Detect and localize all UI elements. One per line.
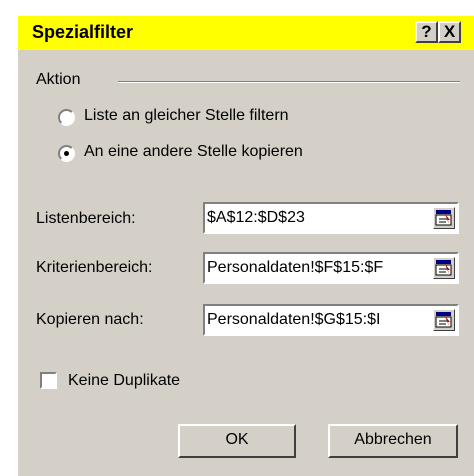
radio-filter-in-place[interactable] <box>58 109 75 126</box>
copy-to-label: Kopieren nach: <box>36 311 144 328</box>
list-range-label: Listenbereich: <box>36 210 136 227</box>
cancel-button[interactable]: Abbrechen <box>328 424 458 458</box>
radio-filter-in-place-label[interactable]: Liste an gleicher Stelle filtern <box>84 107 289 125</box>
action-group-label: Aktion <box>36 71 81 88</box>
copy-to-input[interactable] <box>207 308 427 332</box>
title-bar[interactable]: Spezialfilter ? X <box>18 16 474 50</box>
criteria-range-label: Kriterienbereich: <box>36 259 153 276</box>
ok-button[interactable]: OK <box>178 424 296 458</box>
list-range-input[interactable] <box>207 206 427 230</box>
copy-to-field <box>203 304 459 336</box>
no-duplicates-checkbox[interactable] <box>40 372 57 389</box>
spezialfilter-dialog: Spezialfilter ? X Aktion Liste an gleich… <box>16 14 474 476</box>
collapse-dialog-icon[interactable] <box>433 309 455 331</box>
dialog-title: Spezialfilter <box>32 22 134 42</box>
criteria-range-input[interactable] <box>207 256 427 280</box>
no-duplicates-label[interactable]: Keine Duplikate <box>68 372 180 390</box>
list-range-field <box>203 202 459 234</box>
collapse-dialog-icon[interactable] <box>433 257 455 279</box>
collapse-dialog-icon[interactable] <box>433 207 455 229</box>
close-button[interactable]: X <box>438 21 461 43</box>
radio-selected-dot <box>64 151 69 156</box>
radio-copy-to-location-label[interactable]: An eine andere Stelle kopieren <box>84 143 303 161</box>
radio-copy-to-location[interactable] <box>58 145 75 162</box>
group-divider <box>118 81 460 83</box>
criteria-range-field <box>203 252 459 284</box>
help-button[interactable]: ? <box>415 21 438 43</box>
